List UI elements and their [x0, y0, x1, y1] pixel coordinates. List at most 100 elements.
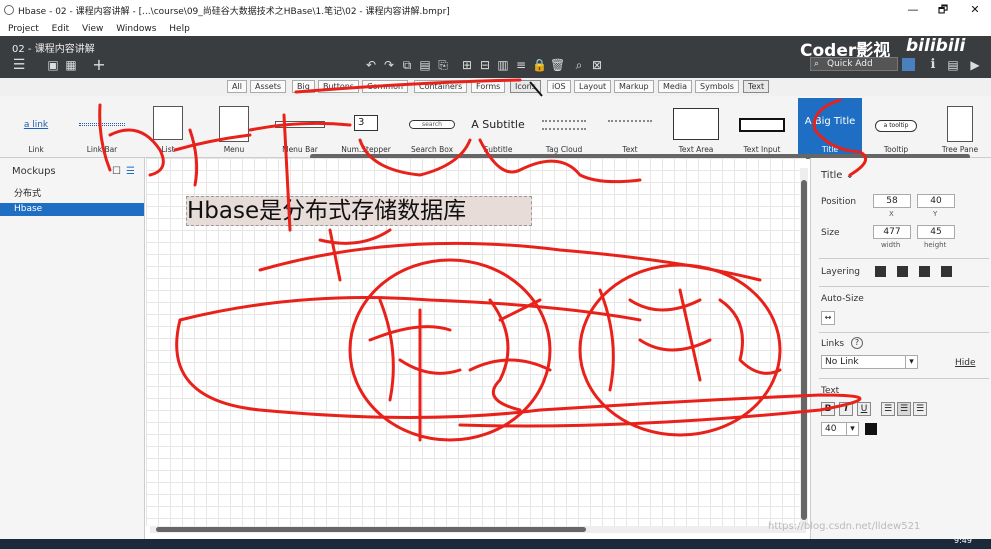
autosize-width-icon[interactable]: ↔ — [821, 311, 835, 325]
subtitle-thumb: A Subtitle — [471, 118, 525, 131]
present-icon[interactable]: ▶ — [968, 58, 982, 72]
library-item-menu[interactable]: Menu — [204, 100, 264, 156]
filter-all[interactable]: All — [227, 80, 247, 93]
filter-ios[interactable]: iOS — [547, 80, 571, 93]
redo-icon[interactable]: ↷ — [382, 58, 396, 72]
minimize-button[interactable]: — — [900, 2, 926, 18]
distribute-icon[interactable]: ≡ — [514, 58, 528, 72]
filter-forms[interactable]: Forms — [471, 80, 506, 93]
canvas-title-element[interactable]: Hbase是分布式存储数据库 — [186, 196, 532, 226]
restore-button[interactable]: 🗗 — [930, 2, 956, 18]
bold-button[interactable]: B — [821, 402, 835, 416]
align-icon[interactable]: ⊟ — [478, 58, 492, 72]
links-help-icon[interactable]: ? — [851, 337, 863, 349]
bring-forward-icon[interactable] — [897, 266, 908, 277]
filter-assets[interactable]: Assets — [250, 80, 287, 93]
position-y-field[interactable]: 40 — [917, 194, 955, 208]
height-field[interactable]: 45 — [917, 225, 955, 239]
font-size-select[interactable]: 40 ▾ — [821, 422, 859, 436]
library-item-subtitle[interactable]: A Subtitle Subtitle — [468, 100, 528, 156]
library-item-text-input[interactable]: Text Input — [732, 100, 792, 156]
search-icon[interactable]: ⌕ — [572, 58, 586, 72]
filter-markup[interactable]: Markup — [614, 80, 654, 93]
position-x-field[interactable]: 58 — [873, 194, 911, 208]
bring-to-front-icon[interactable] — [875, 266, 886, 277]
links-label: Links — [821, 339, 845, 349]
library-item-menu-bar[interactable]: Menu Bar — [270, 100, 330, 156]
menu-project[interactable]: Project — [8, 24, 39, 34]
filter-containers[interactable]: Containers — [414, 80, 468, 93]
notes-icon[interactable]: ▤ — [946, 58, 960, 72]
library-item-label: Subtitle — [483, 145, 513, 154]
filter-text[interactable]: Text — [743, 80, 770, 93]
menu-help[interactable]: Help — [169, 24, 190, 34]
menu-edit[interactable]: Edit — [52, 24, 69, 34]
quick-add-input[interactable]: ⌕ Quick Add — [810, 57, 898, 71]
library-item-tree-pane[interactable]: Tree Pane — [930, 100, 990, 156]
hamburger-icon[interactable]: ☰ — [12, 58, 26, 72]
library-item-tooltip[interactable]: a tooltip Tooltip — [866, 100, 926, 156]
dropdown-arrow-icon: ▾ — [846, 423, 858, 435]
grid-view-icon[interactable]: ▦ — [64, 58, 78, 72]
collapse-icon[interactable]: ☐ — [112, 166, 121, 177]
filter-media[interactable]: Media — [658, 80, 693, 93]
library-item-label: Search Box — [410, 145, 454, 154]
align-center-icon[interactable]: ☰ — [897, 402, 911, 416]
list-view-icon[interactable]: ☰ — [126, 166, 135, 177]
mockup-canvas[interactable]: Hbase是分布式存储数据库 — [146, 158, 806, 526]
properties-header[interactable]: Title ⌄ — [821, 170, 854, 181]
paste-icon[interactable]: ▤ — [418, 58, 432, 72]
text-color-swatch[interactable] — [865, 423, 877, 435]
library-item-link-bar[interactable]: Link Bar — [72, 100, 132, 156]
send-backward-icon[interactable] — [919, 266, 930, 277]
library-item-search-box[interactable]: search Search Box — [402, 100, 462, 156]
library-item-label: Tree Pane — [941, 145, 979, 154]
menu-view[interactable]: View — [82, 24, 103, 34]
layering-label: Layering — [821, 267, 861, 277]
canvas-vertical-scrollbar[interactable] — [801, 180, 807, 520]
filter-icons[interactable]: Icons — [510, 80, 541, 93]
divider — [819, 332, 989, 333]
library-item-num-stepper[interactable]: 3 Num.Stepper — [336, 100, 396, 156]
library-item-text-area[interactable]: Text Area — [666, 100, 726, 156]
align-right-icon[interactable]: ☰ — [913, 402, 927, 416]
duplicate-icon[interactable]: ⎘ — [436, 58, 450, 72]
library-item-tag-cloud[interactable]: Tag Cloud — [534, 100, 594, 156]
filter-layout[interactable]: Layout — [574, 80, 612, 93]
hide-link[interactable]: Hide — [955, 358, 976, 368]
undo-icon[interactable]: ↶ — [364, 58, 378, 72]
filter-common[interactable]: Common — [362, 80, 409, 93]
panel-toggle-icon[interactable]: ▣ — [46, 58, 60, 72]
canvas-horizontal-scrollbar[interactable] — [156, 527, 586, 532]
add-mockup-icon[interactable]: + — [92, 57, 106, 73]
info-icon[interactable]: ℹ — [926, 58, 940, 72]
fullscreen-icon[interactable]: ⊠ — [590, 58, 604, 72]
library-item-link[interactable]: a link Link — [6, 100, 66, 156]
copy-icon[interactable]: ⧉ — [400, 58, 414, 72]
align-left-icon[interactable]: ☰ — [881, 402, 895, 416]
menu-windows[interactable]: Windows — [116, 24, 156, 34]
trash-icon[interactable]: 🗑 — [550, 58, 565, 72]
mockup-item[interactable]: 分布式 — [0, 188, 144, 201]
filter-symbols[interactable]: Symbols — [695, 80, 739, 93]
underline-button[interactable]: U — [857, 402, 871, 416]
lock-icon[interactable]: 🔒 — [532, 58, 547, 72]
link-select[interactable]: No Link ▾ — [821, 355, 918, 369]
width-field[interactable]: 477 — [873, 225, 911, 239]
library-item-title[interactable]: A Big Title Title — [798, 98, 862, 156]
main-toolbar: 02 - 课程内容讲解 ☰ ▣ ▦ + ↶ ↷ ⧉ ▤ ⎘ ⊞ ⊟ ▥ ≡ 🔒 … — [0, 36, 991, 78]
filter-big[interactable]: Big — [292, 80, 315, 93]
library-item-list[interactable]: List — [138, 100, 198, 156]
library-item-text[interactable]: Text — [600, 100, 660, 156]
send-to-back-icon[interactable] — [941, 266, 952, 277]
close-button[interactable]: ✕ — [962, 2, 988, 18]
group-icon[interactable]: ⊞ — [460, 58, 474, 72]
account-icon[interactable] — [902, 58, 915, 71]
mockup-item-selected[interactable]: Hbase — [0, 203, 144, 216]
divider — [819, 378, 989, 379]
filter-buttons[interactable]: Buttons — [318, 80, 359, 93]
y-label: Y — [933, 210, 938, 218]
arrange-icon[interactable]: ▥ — [496, 58, 510, 72]
italic-button[interactable]: i — [839, 402, 853, 416]
divider — [819, 286, 989, 287]
